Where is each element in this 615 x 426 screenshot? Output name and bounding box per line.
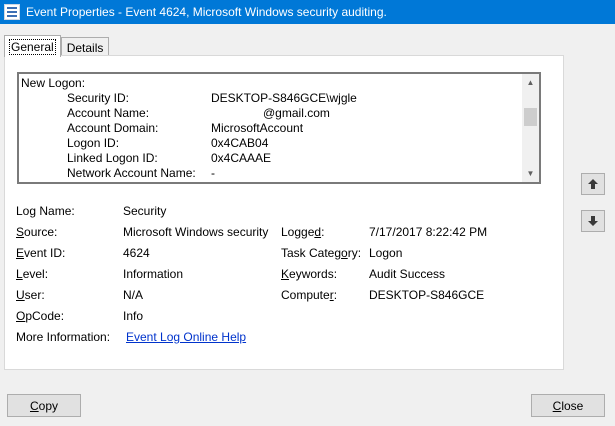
opcode-label: OpCode: — [16, 309, 65, 323]
logged-label: Logged: — [281, 225, 325, 239]
description-row: Account Domain: MicrosoftAccount — [67, 121, 304, 135]
previous-event-button[interactable] — [581, 173, 605, 195]
description-row: Linked Logon ID: 0x4CAAAE — [67, 151, 272, 165]
event-description-text: New Logon: Security ID: DESKTOP-S846GCE\w… — [21, 76, 521, 182]
close-button[interactable]: Close — [531, 394, 605, 417]
event-log-online-help-link[interactable]: Event Log Online Help — [126, 330, 246, 344]
event-description-box[interactable]: New Logon: Security ID: DESKTOP-S846GCE\w… — [17, 72, 541, 184]
level-value: Information — [123, 267, 184, 281]
description-row: Account Name: @gmail.com — [67, 106, 330, 120]
log-name-value: Security — [123, 204, 167, 218]
user-label: User: — [16, 288, 45, 302]
computer-value: DESKTOP-S846GCE — [369, 288, 485, 302]
scroll-up-icon[interactable]: ▲ — [522, 74, 539, 91]
copy-button[interactable]: Copy — [7, 394, 81, 417]
next-event-button[interactable] — [581, 210, 605, 232]
opcode-value: Info — [123, 309, 144, 323]
user-value: N/A — [123, 288, 144, 302]
description-row: Security ID: DESKTOP-S846GCE\wjgle — [67, 91, 357, 105]
computer-label: Computer: — [281, 288, 338, 302]
general-panel: New Logon: Security ID: DESKTOP-S846GCE\w… — [4, 55, 564, 370]
more-info-label: More Information: — [16, 330, 111, 344]
tab-general[interactable]: General — [4, 35, 61, 57]
description-row: Network Account Domain:- — [21, 181, 521, 182]
description-row: Network Account Name: - — [67, 166, 215, 180]
event-id-value: 4624 — [123, 246, 150, 260]
scroll-thumb[interactable] — [524, 108, 537, 126]
event-id-label: Event ID: — [16, 246, 66, 260]
source-label: Source: — [16, 225, 58, 239]
keywords-label: Keywords: — [281, 267, 338, 281]
task-category-value: Logon — [369, 246, 403, 260]
description-scrollbar[interactable]: ▲ ▼ — [522, 74, 539, 182]
window-title: Event Properties - Event 4624, Microsoft… — [26, 5, 387, 19]
source-value: Microsoft Windows security — [123, 225, 269, 239]
event-properties-icon — [4, 4, 20, 20]
title-bar[interactable]: Event Properties - Event 4624, Microsoft… — [0, 0, 615, 24]
tab-details[interactable]: Details — [60, 37, 110, 57]
task-category-label: Task Category: — [281, 246, 362, 260]
description-heading: New Logon: — [21, 76, 86, 90]
scroll-down-icon[interactable]: ▼ — [522, 165, 539, 182]
arrow-down-icon — [588, 216, 598, 226]
level-label: Level: — [16, 267, 49, 281]
arrow-up-icon — [588, 179, 598, 189]
description-row: Logon ID: 0x4CAB04 — [67, 136, 269, 150]
logged-value: 7/17/2017 8:22:42 PM — [369, 225, 488, 239]
tab-strip: General Details — [4, 35, 110, 57]
keywords-value: Audit Success — [369, 267, 446, 281]
log-name-label: Log Name: — [16, 204, 75, 218]
